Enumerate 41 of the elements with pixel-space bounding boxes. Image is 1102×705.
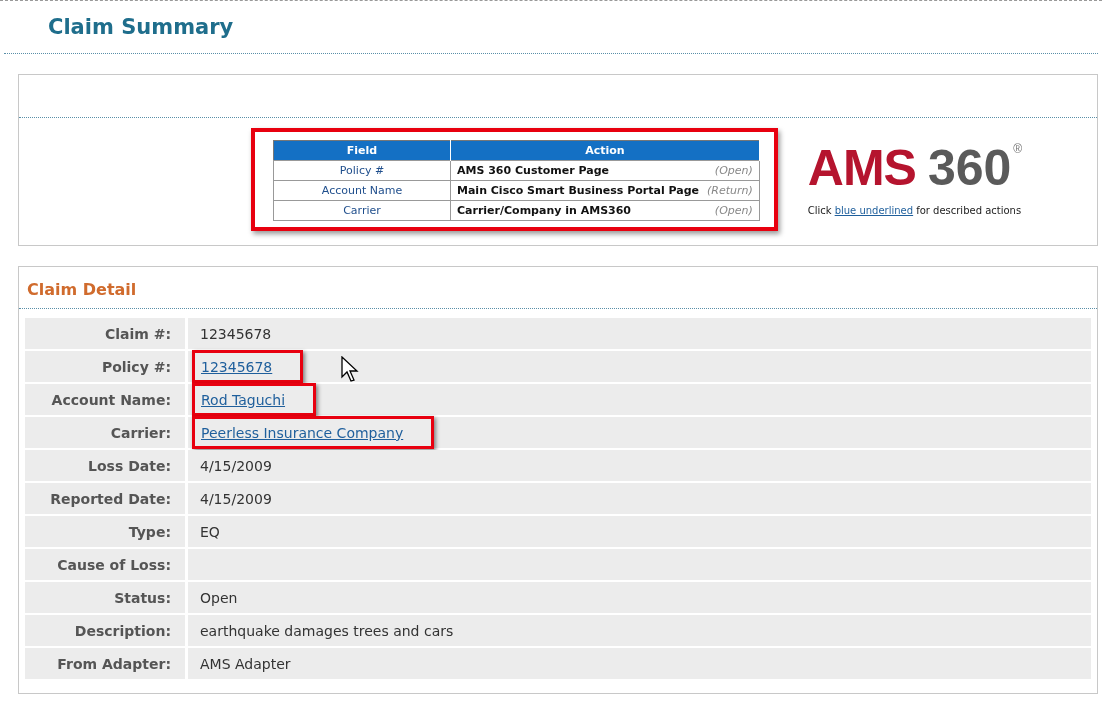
field-label: Type:: [25, 516, 185, 547]
action-note: (Open): [714, 164, 753, 177]
field-label: Carrier:: [25, 417, 185, 448]
hint-link[interactable]: blue underlined: [834, 205, 914, 216]
registered-mark: ®: [1013, 143, 1023, 155]
page-title: Claim Summary: [48, 15, 234, 39]
field-label: Claim #:: [25, 318, 185, 349]
section-title: Claim Detail: [19, 267, 1097, 309]
field-label: Loss Date:: [25, 450, 185, 481]
field-label: Cause of Loss:: [25, 549, 185, 580]
field-label: From Adapter:: [25, 648, 185, 679]
field-label: Policy #:: [25, 351, 185, 382]
value-text: earthquake damages trees and cars: [200, 622, 454, 639]
hint-text: for described actions: [916, 205, 1022, 216]
value-link[interactable]: 12345678: [201, 358, 273, 375]
action-note: (Open): [714, 204, 753, 217]
field-label: Reported Date:: [25, 483, 185, 514]
table-cell: Carrier: [273, 200, 451, 221]
value-text: 4/15/2009: [200, 457, 272, 474]
hint-text: Click: [807, 205, 832, 216]
column-header: Field: [273, 140, 451, 161]
action-note: (Return): [707, 184, 753, 197]
value-text: 4/15/2009: [200, 490, 272, 507]
value-text: EQ: [200, 523, 220, 540]
field-label: Description:: [25, 615, 185, 646]
logo-number: 360: [927, 143, 1012, 193]
column-header: Action: [450, 140, 760, 161]
table-cell: Policy #: [273, 160, 451, 181]
value-text: 12345678: [200, 325, 272, 342]
action-text: AMS 360 Customer Page: [457, 164, 609, 177]
value-link[interactable]: Rod Taguchi: [201, 391, 286, 408]
table-cell: Account Name: [273, 180, 451, 201]
logo-word: AMS: [807, 143, 916, 193]
field-label: Account Name:: [25, 384, 185, 415]
value-text: AMS Adapter: [200, 655, 291, 672]
action-text: Carrier/Company in AMS360: [457, 204, 631, 217]
value-text: Open: [200, 589, 238, 606]
field-label: Status:: [25, 582, 185, 613]
cursor-icon: [341, 356, 361, 384]
value-link[interactable]: Peerless Insurance Company: [201, 424, 404, 441]
action-text: Main Cisco Smart Business Portal Page: [457, 184, 700, 197]
